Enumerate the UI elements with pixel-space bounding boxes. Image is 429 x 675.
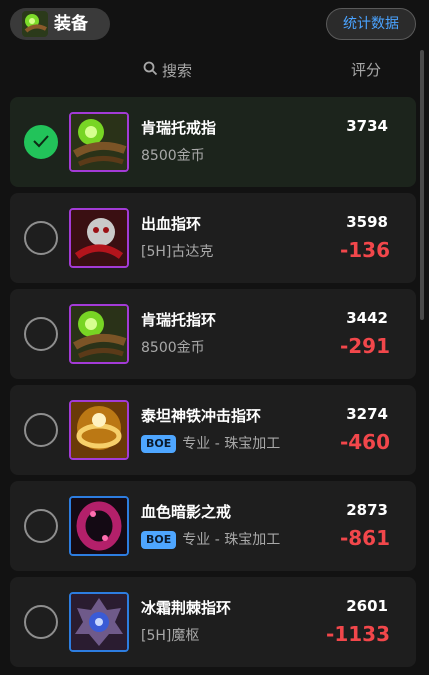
item-source-text: 专业 - 珠宝加工 [182, 532, 281, 548]
score-difference: -136 [339, 238, 390, 262]
item-name: 冰霜荆棘指环 [141, 599, 232, 617]
score-difference: -861 [339, 526, 390, 550]
item-score: 2601 [346, 597, 388, 615]
item-source-text: [5H]古达克 [141, 244, 214, 260]
item-name: 肯瑞托戒指 [141, 119, 217, 137]
item-source: [5H]古达克 [141, 242, 213, 262]
radio-unselected[interactable] [24, 221, 58, 255]
item-name: 肯瑞托指环 [141, 311, 217, 329]
equipment-icon [22, 11, 48, 37]
item-source-text: 8500金币 [141, 340, 205, 356]
boe-badge: BOE [141, 435, 177, 453]
top-bar: 装备 统计数据 [0, 0, 429, 50]
list-item[interactable]: 冰霜荆棘指环 [5H]魔枢 2601 -1133 [10, 577, 416, 667]
item-source: [5H]魔枢 [141, 626, 199, 646]
item-source-text: [5H]魔枢 [141, 628, 200, 644]
item-score: 3274 [346, 405, 388, 423]
item-name: 血色暗影之戒 [141, 503, 232, 521]
item-source-text: 专业 - 珠宝加工 [182, 436, 281, 452]
radio-selected[interactable] [24, 125, 58, 159]
list-item[interactable]: 血色暗影之戒 BOE 专业 - 珠宝加工 2873 -861 [10, 481, 416, 571]
search-icon [143, 61, 158, 80]
score-column-header[interactable]: 评分 [351, 60, 381, 80]
check-icon [33, 135, 49, 148]
item-name: 泰坦神铁冲击指环 [141, 407, 262, 425]
radio-unselected[interactable] [24, 317, 58, 351]
search-label: 搜索 [162, 61, 193, 80]
green-gem-ring-icon [69, 304, 129, 364]
boe-badge: BOE [141, 531, 177, 549]
crimson-ring-icon [69, 496, 129, 556]
item-source-text: 8500金币 [141, 148, 205, 164]
item-source: BOE 专业 - 珠宝加工 [141, 434, 280, 454]
radio-unselected[interactable] [24, 605, 58, 639]
list-item[interactable]: 肯瑞托戒指 8500金币 3734 [10, 97, 416, 187]
item-name: 出血指环 [141, 215, 202, 233]
equipment-tab-chip[interactable]: 装备 [10, 8, 110, 40]
list-item[interactable]: 出血指环 [5H]古达克 3598 -136 [10, 193, 416, 283]
score-difference: -291 [339, 334, 390, 358]
search-field[interactable]: 搜索 [143, 60, 192, 80]
score-difference: -1133 [326, 622, 390, 646]
scrollbar[interactable] [420, 50, 424, 320]
radio-unselected[interactable] [24, 509, 58, 543]
skull-ring-icon [69, 208, 129, 268]
list-item[interactable]: 肯瑞托指环 8500金币 3442 -291 [10, 289, 416, 379]
score-difference: -460 [339, 430, 390, 454]
item-score: 3598 [346, 213, 388, 231]
frost-thorn-ring-icon [69, 592, 129, 652]
item-score: 2873 [346, 501, 388, 519]
gold-glow-ring-icon [69, 400, 129, 460]
item-score: 3442 [346, 309, 388, 327]
item-score: 3734 [346, 117, 388, 135]
item-source: 8500金币 [141, 146, 205, 166]
statistics-button[interactable]: 统计数据 [326, 8, 416, 40]
equipment-title: 装备 [54, 14, 88, 34]
list-item[interactable]: 泰坦神铁冲击指环 BOE 专业 - 珠宝加工 3274 -460 [10, 385, 416, 475]
item-source: BOE 专业 - 珠宝加工 [141, 530, 280, 550]
green-gem-ring-icon [69, 112, 129, 172]
radio-unselected[interactable] [24, 413, 58, 447]
item-source: 8500金币 [141, 338, 205, 358]
